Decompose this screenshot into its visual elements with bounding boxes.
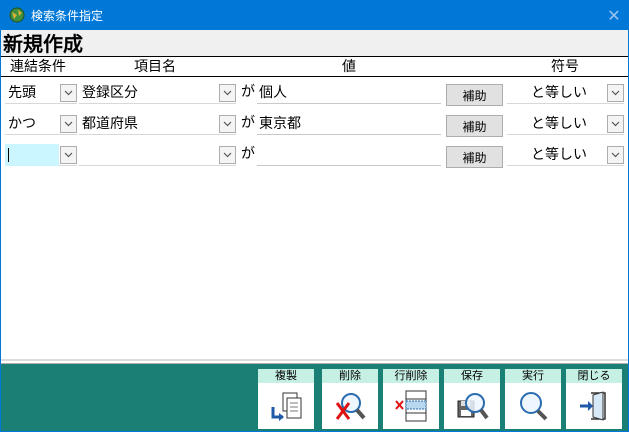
chevron-down-icon[interactable] xyxy=(607,84,624,102)
row1-operator-value: と等しい xyxy=(531,85,587,101)
row2-item-combo[interactable]: 都道府県 xyxy=(79,113,236,135)
close-button-label: 閉じる xyxy=(566,369,622,383)
row2-operator-value: と等しい xyxy=(531,116,587,132)
delete-row-button-label: 行削除 xyxy=(383,369,439,383)
row1-value: 個人 xyxy=(259,85,287,101)
row3-value-field[interactable] xyxy=(257,144,441,166)
copy-button[interactable]: 複製 xyxy=(258,369,314,429)
row3-item-combo[interactable] xyxy=(79,144,236,166)
chevron-down-icon[interactable] xyxy=(219,84,236,102)
row3-operator-combo[interactable]: と等しい xyxy=(507,144,624,166)
row1-operator-combo[interactable]: と等しい xyxy=(507,82,624,104)
row2-connector-value: かつ xyxy=(8,116,36,132)
row3-aux-button[interactable]: 補助 xyxy=(446,146,503,168)
row2-item-value: 都道府県 xyxy=(82,116,138,132)
execute-button-label: 実行 xyxy=(505,369,561,383)
delete-row-icon xyxy=(395,390,427,422)
row1-item-combo[interactable]: 登録区分 xyxy=(79,82,236,104)
delete-row-button[interactable]: 行削除 xyxy=(383,369,439,429)
row1-ga: が xyxy=(241,84,255,100)
row1-value-field[interactable]: 個人 xyxy=(257,82,441,104)
row2-operator-combo[interactable]: と等しい xyxy=(507,113,624,135)
header-bottom-line xyxy=(1,76,628,77)
close-button[interactable]: 閉じる xyxy=(566,369,622,429)
copy-icon xyxy=(271,392,302,421)
text-caret xyxy=(8,148,9,162)
chevron-down-icon[interactable] xyxy=(219,146,236,164)
row3-connector-focus[interactable] xyxy=(5,144,59,166)
row3-ga: が xyxy=(241,146,255,162)
delete-button-label: 削除 xyxy=(322,369,378,383)
close-icon: ✕ xyxy=(607,5,621,25)
copy-button-label: 複製 xyxy=(258,369,314,383)
window-titlebar: 検索条件指定 ✕ xyxy=(0,0,629,30)
chevron-down-icon[interactable] xyxy=(219,115,236,133)
col-head-item: 項目名 xyxy=(134,59,176,75)
window-close-button[interactable]: ✕ xyxy=(599,0,629,30)
row3-connector-combo[interactable] xyxy=(5,144,77,166)
form-title: 新規作成 xyxy=(3,32,83,56)
exit-door-icon xyxy=(580,391,606,421)
row2-ga: が xyxy=(241,115,255,131)
search-icon xyxy=(520,392,548,421)
row2-value-field[interactable]: 東京都 xyxy=(257,113,441,135)
save-button[interactable]: 保存 xyxy=(444,369,500,429)
save-button-label: 保存 xyxy=(444,369,500,383)
header-top-line xyxy=(1,56,628,57)
footer-separator xyxy=(1,359,628,361)
row3-operator-value: と等しい xyxy=(531,147,587,163)
chevron-down-icon[interactable] xyxy=(607,146,624,164)
col-head-value: 値 xyxy=(342,59,356,75)
window-title: 検索条件指定 xyxy=(31,8,104,23)
chevron-down-icon[interactable] xyxy=(60,115,77,133)
dialog-body: 新規作成 連結条件 項目名 値 符号 先頭 登録区分 が 個人 補助 と等しい … xyxy=(0,30,629,432)
chevron-down-icon[interactable] xyxy=(607,115,624,133)
footer-toolbar: 複製 削除 行削除 保存 実行 閉じる xyxy=(1,363,628,431)
row2-aux-button[interactable]: 補助 xyxy=(446,115,503,137)
col-head-operator: 符号 xyxy=(551,59,579,75)
header-band: 新規作成 xyxy=(1,30,628,56)
row1-connector-value: 先頭 xyxy=(8,85,36,101)
delete-magnifier-icon xyxy=(335,393,366,420)
chevron-down-icon[interactable] xyxy=(60,146,77,164)
col-head-connector: 連結条件 xyxy=(10,59,66,75)
save-magnifier-icon xyxy=(457,393,489,420)
row1-connector-combo[interactable]: 先頭 xyxy=(5,82,77,104)
chevron-down-icon[interactable] xyxy=(60,84,77,102)
row2-value: 東京都 xyxy=(259,116,301,132)
row1-item-value: 登録区分 xyxy=(82,85,138,101)
row2-connector-combo[interactable]: かつ xyxy=(5,113,77,135)
execute-button[interactable]: 実行 xyxy=(505,369,561,429)
row1-aux-button[interactable]: 補助 xyxy=(446,84,503,106)
delete-button[interactable]: 削除 xyxy=(322,369,378,429)
app-globe-icon xyxy=(9,7,25,23)
